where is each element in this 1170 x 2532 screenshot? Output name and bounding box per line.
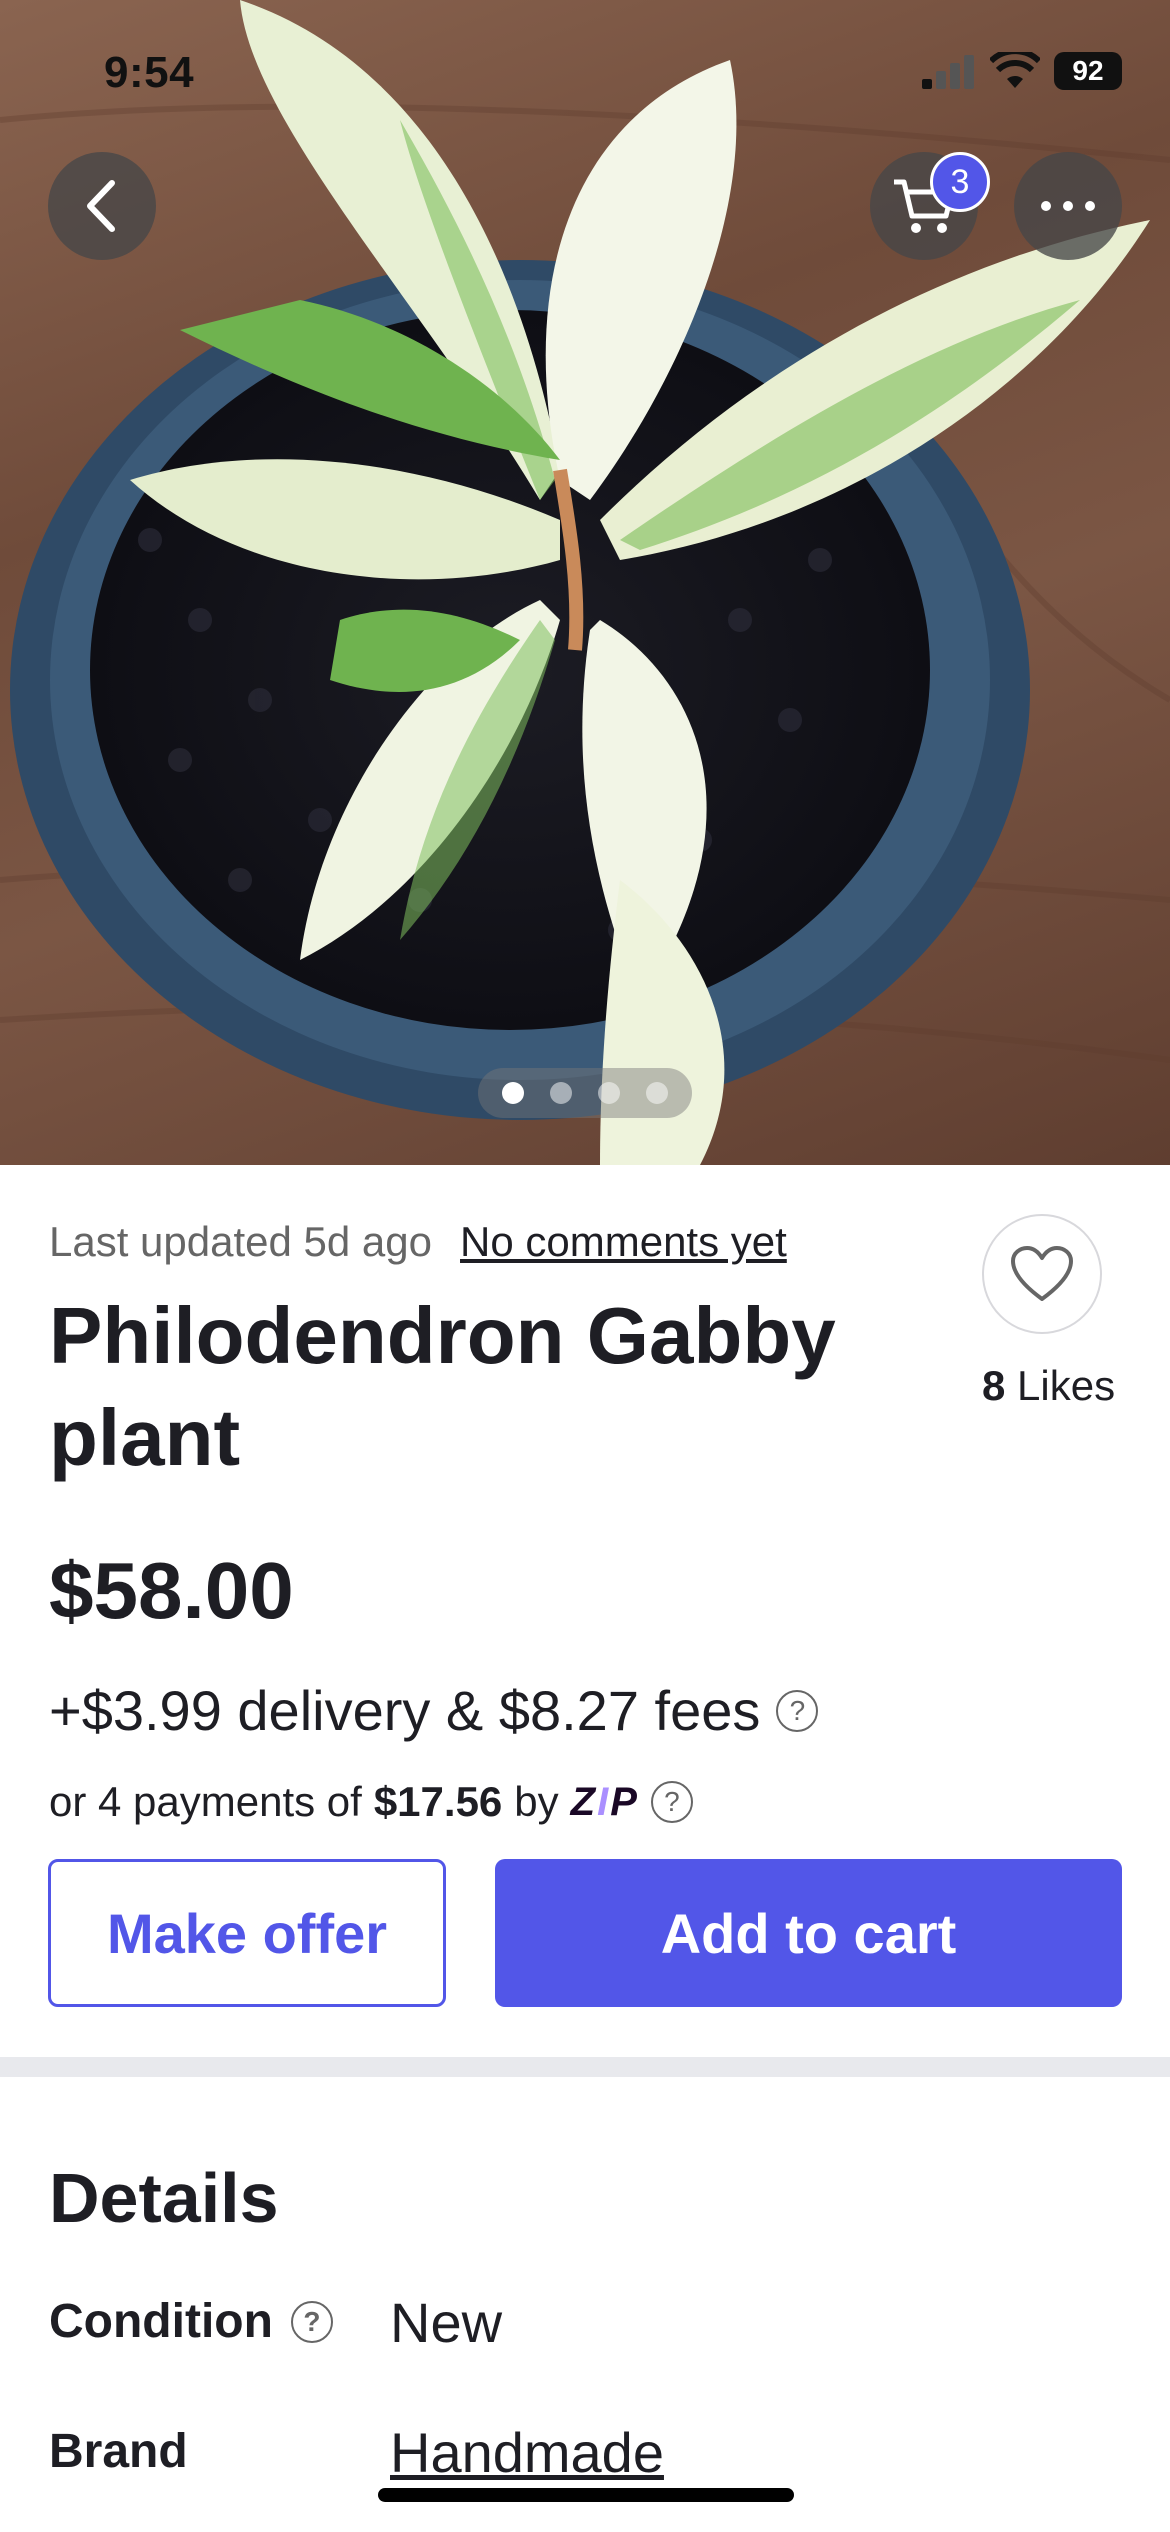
add-to-cart-button[interactable]: Add to cart bbox=[495, 1859, 1122, 2007]
help-icon[interactable]: ? bbox=[290, 2300, 333, 2343]
fees-text: +$3.99 delivery & $8.27 fees bbox=[49, 1679, 761, 1742]
brand-label-row: Brand bbox=[49, 2424, 188, 2479]
fees-line: +$3.99 delivery & $8.27 fees ? bbox=[49, 1678, 819, 1743]
plant-photo bbox=[0, 0, 1170, 1165]
battery-indicator: 92 bbox=[1054, 52, 1122, 90]
zip-logo: ZIP bbox=[570, 1779, 639, 1824]
chevron-left-icon bbox=[87, 180, 115, 232]
comments-link[interactable]: No comments yet bbox=[460, 1218, 787, 1266]
status-time: 9:54 bbox=[104, 48, 195, 97]
pagination-dot[interactable] bbox=[550, 1082, 572, 1104]
ellipsis-icon bbox=[1041, 201, 1095, 211]
last-updated: Last updated 5d ago bbox=[49, 1218, 433, 1265]
section-divider bbox=[0, 2057, 1170, 2077]
pagination-dot[interactable] bbox=[502, 1082, 524, 1104]
installments-amount: $17.56 bbox=[373, 1778, 503, 1825]
listing-title: Philodendron Gabby plant bbox=[49, 1291, 836, 1482]
likes-number: 8 bbox=[982, 1362, 1006, 1409]
more-options-button[interactable] bbox=[1014, 152, 1122, 260]
status-icons: 92 bbox=[922, 52, 1122, 90]
listing-meta: Last updated 5d ago No comments yet bbox=[49, 1218, 787, 1266]
signal-icon bbox=[922, 55, 974, 89]
likes-count: 8 Likes bbox=[982, 1362, 1115, 1410]
back-button[interactable] bbox=[48, 152, 156, 260]
condition-label-row: Condition ? bbox=[49, 2294, 333, 2349]
brand-label: Brand bbox=[49, 2425, 188, 2478]
installments-line: or 4 payments of $17.56 by ZIP ? bbox=[49, 1778, 693, 1826]
condition-value: New bbox=[390, 2291, 503, 2354]
installments-prefix: or 4 payments of bbox=[49, 1778, 362, 1825]
cart-count-badge: 3 bbox=[930, 152, 990, 212]
wifi-icon bbox=[990, 52, 1040, 88]
like-button[interactable] bbox=[982, 1214, 1102, 1334]
gallery-pagination[interactable] bbox=[478, 1068, 692, 1118]
pagination-dot[interactable] bbox=[598, 1082, 620, 1104]
help-icon[interactable]: ? bbox=[776, 1689, 819, 1732]
details-heading: Details bbox=[49, 2159, 279, 2237]
pagination-dot[interactable] bbox=[646, 1082, 668, 1104]
installments-by: by bbox=[514, 1778, 559, 1825]
brand-link[interactable]: Handmade bbox=[390, 2420, 664, 2485]
home-indicator[interactable] bbox=[378, 2488, 794, 2502]
condition-label: Condition bbox=[49, 2295, 273, 2348]
heart-icon bbox=[1011, 1246, 1073, 1301]
listing-price: $58.00 bbox=[49, 1546, 294, 1635]
product-image[interactable]: 9:54 92 3 bbox=[0, 0, 1170, 1165]
help-icon[interactable]: ? bbox=[650, 1781, 693, 1823]
make-offer-button[interactable]: Make offer bbox=[48, 1859, 446, 2007]
likes-label: Likes bbox=[1017, 1362, 1116, 1409]
